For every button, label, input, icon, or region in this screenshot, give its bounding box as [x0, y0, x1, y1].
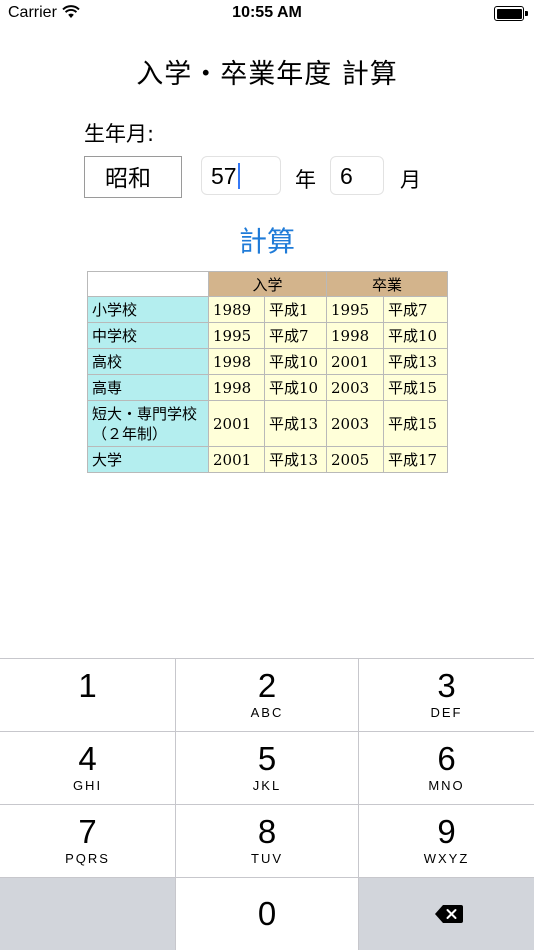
enter-era: 平成10 — [264, 348, 327, 375]
enter-era: 平成13 — [264, 446, 327, 473]
birth-date-label: 生年月: — [84, 122, 155, 146]
key-7[interactable]: 7 PQRS — [0, 805, 176, 878]
month-value: 6 — [340, 163, 353, 189]
battery-icon — [494, 6, 528, 21]
year-input[interactable]: 57 — [201, 156, 281, 195]
table-row: 中学校 1995 平成7 1998 平成10 — [87, 322, 448, 349]
key-digit: 6 — [437, 740, 456, 777]
key-digit: 8 — [257, 813, 277, 850]
text-caret — [237, 163, 240, 190]
enter-year: 1998 — [208, 374, 265, 401]
enter-year: 1998 — [208, 348, 265, 375]
graduate-year: 2003 — [326, 400, 384, 447]
table-row: 大学 2001 平成13 2005 平成17 — [87, 446, 448, 473]
table-row: 短大・専門学校（２年制） 2001 平成13 2003 平成15 — [87, 400, 448, 447]
table-row: 高専 1998 平成10 2003 平成15 — [87, 374, 448, 401]
year-unit-label: 年 — [295, 168, 316, 192]
header-enter: 入学 — [208, 271, 327, 297]
key-letters: MNO — [428, 778, 465, 793]
school-name: 高校 — [87, 348, 209, 375]
numeric-keypad: 1 2 ABC 3 DEF 4 GHI 5 JKL 6 MNO 7 PQRS 8… — [0, 658, 534, 950]
graduate-year: 2001 — [326, 348, 384, 375]
year-value: 57 — [211, 163, 237, 189]
key-letters: DEF — [430, 705, 463, 720]
graduate-year: 2003 — [326, 374, 384, 401]
key-letters: WXYZ — [423, 851, 470, 866]
graduate-era: 平成13 — [383, 348, 448, 375]
key-letters: JKL — [252, 778, 282, 793]
era-value: 昭和 — [105, 166, 151, 192]
enter-era: 平成7 — [264, 322, 327, 349]
calculate-button[interactable]: 計算 — [0, 220, 534, 260]
enter-year: 2001 — [208, 446, 265, 473]
enter-year: 2001 — [208, 400, 265, 447]
key-digit: 0 — [257, 895, 277, 932]
graduate-era: 平成10 — [383, 322, 448, 349]
key-digit: 9 — [437, 813, 456, 850]
month-input[interactable]: 6 — [330, 156, 384, 195]
graduate-era: 平成15 — [383, 374, 448, 401]
key-digit: 5 — [257, 740, 277, 777]
key-digit: 4 — [78, 740, 97, 777]
key-8[interactable]: 8 TUV — [176, 805, 359, 878]
school-name: 短大・専門学校（２年制） — [87, 400, 209, 447]
key-0[interactable]: 0 — [176, 878, 359, 950]
key-letters: GHI — [72, 778, 103, 793]
graduate-era: 平成7 — [383, 296, 448, 323]
school-name: 高専 — [87, 374, 209, 401]
status-time: 10:55 AM — [232, 4, 302, 21]
delete-key[interactable] — [359, 878, 534, 950]
key-4[interactable]: 4 GHI — [0, 732, 176, 805]
key-digit: 1 — [78, 667, 97, 704]
key-3[interactable]: 3 DEF — [359, 659, 534, 732]
month-unit-label: 月 — [400, 168, 421, 192]
enter-era: 平成1 — [264, 296, 327, 323]
key-letters: ABC — [250, 705, 284, 720]
key-digit: 2 — [257, 667, 277, 704]
graduate-era: 平成15 — [383, 400, 448, 447]
graduate-era: 平成17 — [383, 446, 448, 473]
table-header-row: 入学 卒業 — [87, 271, 448, 297]
enter-era: 平成13 — [264, 400, 327, 447]
key-letters: TUV — [251, 851, 283, 866]
key-letters: PQRS — [65, 851, 110, 866]
result-table: 入学 卒業 小学校 1989 平成1 1995 平成7 中学校 1995 平成7… — [87, 271, 448, 473]
table-corner-cell — [87, 271, 209, 297]
key-6[interactable]: 6 MNO — [359, 732, 534, 805]
enter-year: 1989 — [208, 296, 265, 323]
school-name: 大学 — [87, 446, 209, 473]
key-5[interactable]: 5 JKL — [176, 732, 359, 805]
key-digit: 7 — [78, 813, 97, 850]
enter-era: 平成10 — [264, 374, 327, 401]
status-bar: Carrier 10:55 AM — [0, 0, 534, 28]
key-2[interactable]: 2 ABC — [176, 659, 359, 732]
table-row: 高校 1998 平成10 2001 平成13 — [87, 348, 448, 375]
key-1[interactable]: 1 — [0, 659, 176, 732]
page-title: 入学・卒業年度 計算 — [136, 59, 398, 90]
graduate-year: 1995 — [326, 296, 384, 323]
school-name: 小学校 — [87, 296, 209, 323]
graduate-year: 1998 — [326, 322, 384, 349]
key-blank — [0, 878, 176, 950]
era-selector[interactable]: 昭和 — [84, 156, 182, 198]
graduate-year: 2005 — [326, 446, 384, 473]
key-9[interactable]: 9 WXYZ — [359, 805, 534, 878]
key-digit: 3 — [437, 667, 456, 704]
enter-year: 1995 — [208, 322, 265, 349]
header-graduate: 卒業 — [326, 271, 448, 297]
school-name: 中学校 — [87, 322, 209, 349]
delete-backspace-icon — [435, 905, 463, 923]
table-row: 小学校 1989 平成1 1995 平成7 — [87, 296, 448, 323]
